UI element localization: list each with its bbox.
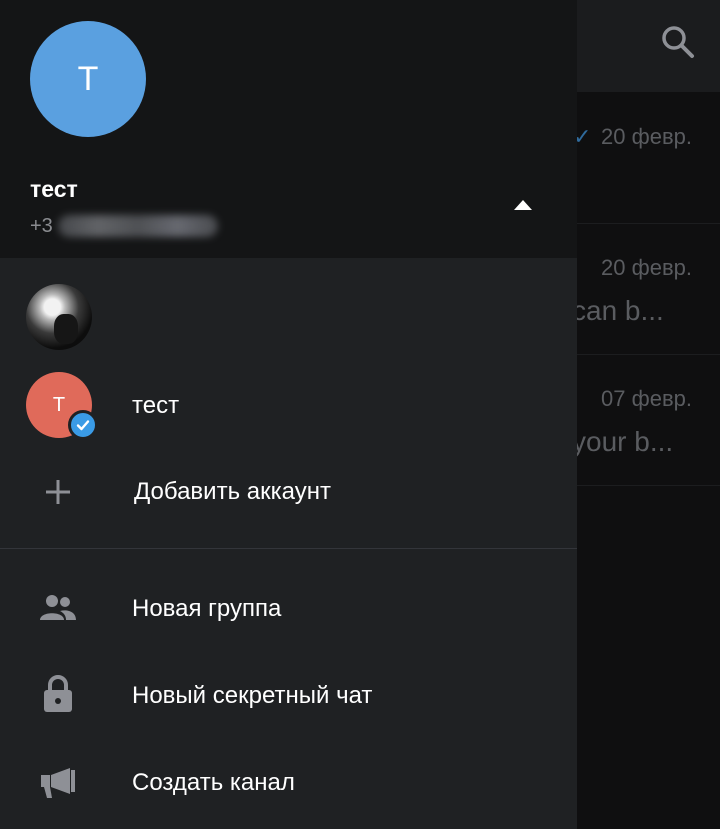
search-icon[interactable] [660,24,696,60]
chevron-up-icon [514,200,532,210]
chat-date: 20 февр. [601,124,692,149]
drawer-header: T тест +3 [0,0,577,258]
menu-item-new-group[interactable] [0,566,577,652]
phone-redacted [58,215,218,237]
checkmark-icon [68,410,98,440]
avatar-letter: T [77,59,99,98]
profile-avatar[interactable]: T [30,21,146,137]
group-icon [40,595,76,620]
add-account-label: Добавить аккаунт [134,478,331,505]
profile-name: тест [30,176,78,202]
accounts-toggle-button[interactable] [508,190,538,220]
navigation-drawer: T тест +3 T тест Добавить аккаунт Новая … [0,0,577,829]
account-name: тест [132,392,180,419]
chat-date: 20 февр. [601,255,692,280]
chat-snippet: can b... [572,295,664,326]
menu-item-label: Новая группа [132,595,282,622]
chat-date: 07 февр. [601,386,692,411]
plus-icon [46,480,70,504]
chat-snippet: your b... [572,426,674,457]
menu-item-label: Создать канал [132,769,295,796]
avatar-letter: T [52,393,66,416]
megaphone-icon [41,768,75,798]
profile-phone: +3 [30,215,53,237]
divider [0,548,577,549]
account-avatar [26,284,92,350]
lock-icon [44,675,72,712]
menu-item-label: Новый секретный чат [132,682,373,709]
